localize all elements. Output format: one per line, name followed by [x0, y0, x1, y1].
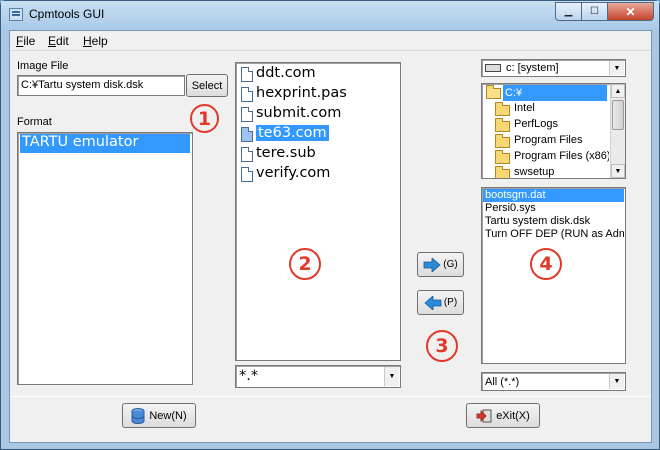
folder-scrollbar[interactable]: ▲ ▼: [610, 84, 625, 178]
image-file-item[interactable]: verify.com: [238, 165, 398, 185]
arrow-left-icon: [424, 295, 442, 310]
folder-icon: [495, 102, 510, 116]
folder-list[interactable]: C:¥ Intel PerfLogs Program Files Program…: [481, 83, 626, 179]
new-button[interactable]: New(N): [122, 403, 196, 428]
local-file-item[interactable]: Tartu system disk.dsk: [483, 215, 624, 228]
exit-door-icon: [476, 409, 492, 422]
folder-item[interactable]: Program Files: [483, 133, 609, 149]
arrow-right-icon: [423, 257, 441, 272]
image-file-field[interactable]: C:¥Tartu system disk.dsk: [17, 75, 185, 96]
select-button[interactable]: Select: [186, 74, 228, 97]
get-label: (G): [443, 259, 458, 270]
menu-file[interactable]: File: [16, 34, 35, 48]
image-file-item[interactable]: tere.sub: [238, 145, 398, 165]
title-bar[interactable]: Cpmtools GUI ▁ ☐ ✕: [1, 1, 659, 30]
folder-open-icon: [486, 85, 501, 99]
new-label: New(N): [149, 409, 187, 422]
app-window: Cpmtools GUI ▁ ☐ ✕ File Edit Help Image …: [0, 0, 660, 450]
image-file-item[interactable]: submit.com: [238, 105, 398, 125]
image-filter-value: *.*: [239, 368, 259, 384]
folder-icon: [495, 118, 510, 132]
folder-icon: [495, 134, 510, 148]
divider: [10, 396, 651, 397]
file-icon: [241, 87, 253, 102]
folder-item[interactable]: Program Files (x86): [483, 149, 609, 165]
exit-button[interactable]: eXit(X): [466, 403, 540, 428]
image-file-item-selected[interactable]: te63.com: [238, 125, 398, 145]
marker-1: 1: [190, 104, 219, 133]
minimize-icon: ▁: [564, 6, 573, 17]
menu-edit[interactable]: Edit: [48, 34, 69, 48]
folder-item[interactable]: swsetup: [483, 165, 609, 178]
local-filter-dropdown[interactable]: All (*.*) ▼: [481, 372, 626, 391]
minimize-button[interactable]: ▁: [555, 2, 582, 21]
chevron-down-icon[interactable]: ▼: [384, 367, 399, 386]
local-file-item-selected[interactable]: bootsgm.dat: [483, 189, 624, 202]
marker-3: 3: [426, 330, 458, 362]
folder-item[interactable]: PerfLogs: [483, 117, 609, 133]
format-label: Format: [17, 116, 52, 128]
close-button[interactable]: ✕: [608, 2, 654, 21]
drive-icon: [485, 64, 501, 72]
maximize-icon: ☐: [590, 6, 599, 17]
app-icon: [9, 8, 23, 21]
drive-dropdown[interactable]: c: [system] ▼: [481, 59, 626, 77]
image-file-item[interactable]: ddt.com: [238, 65, 398, 85]
image-file-value: C:¥Tartu system disk.dsk: [21, 79, 144, 91]
close-icon: ✕: [625, 4, 636, 19]
chevron-down-icon[interactable]: ▼: [609, 61, 624, 75]
file-icon: [241, 107, 253, 122]
marker-4: 4: [530, 248, 562, 280]
folder-icon: [495, 150, 510, 164]
file-icon: [241, 147, 253, 162]
image-file-item[interactable]: hexprint.pas: [238, 85, 398, 105]
put-label: (P): [443, 297, 458, 308]
put-button[interactable]: (P): [417, 290, 464, 315]
menu-bar: File Edit Help: [10, 31, 651, 51]
scroll-up-icon[interactable]: ▲: [611, 84, 625, 98]
file-icon: [241, 127, 253, 142]
window-title: Cpmtools GUI: [29, 7, 105, 21]
format-item-selected[interactable]: TARTU emulator: [20, 134, 190, 153]
scroll-down-icon[interactable]: ▼: [611, 164, 625, 178]
local-filter-value: All (*.*): [485, 376, 520, 388]
get-button[interactable]: (G): [417, 252, 464, 277]
chevron-down-icon[interactable]: ▼: [609, 374, 624, 389]
local-file-item[interactable]: Turn OFF DEP (RUN as Admin): [483, 228, 624, 241]
client-area: File Edit Help Image File C:¥Tartu syste…: [9, 30, 652, 443]
image-file-label: Image File: [17, 60, 69, 72]
folder-icon: [495, 166, 510, 178]
format-list[interactable]: TARTU emulator: [17, 132, 193, 385]
local-file-item[interactable]: Persi0.sys: [483, 202, 624, 215]
drive-value: c: [system]: [506, 62, 559, 74]
folder-item-selected[interactable]: C:¥: [483, 85, 607, 101]
image-file-list[interactable]: ddt.com hexprint.pas submit.com te63.com…: [235, 62, 401, 361]
image-filter-dropdown[interactable]: *.* ▼: [235, 365, 401, 388]
menu-help[interactable]: Help: [83, 34, 108, 48]
marker-2: 2: [289, 248, 321, 280]
maximize-button[interactable]: ☐: [582, 2, 608, 21]
folder-item[interactable]: Intel: [483, 101, 609, 117]
scroll-thumb[interactable]: [612, 100, 624, 130]
exit-label: eXit(X): [496, 409, 530, 422]
file-icon: [241, 67, 253, 82]
database-icon: [131, 407, 145, 424]
file-icon: [241, 167, 253, 182]
